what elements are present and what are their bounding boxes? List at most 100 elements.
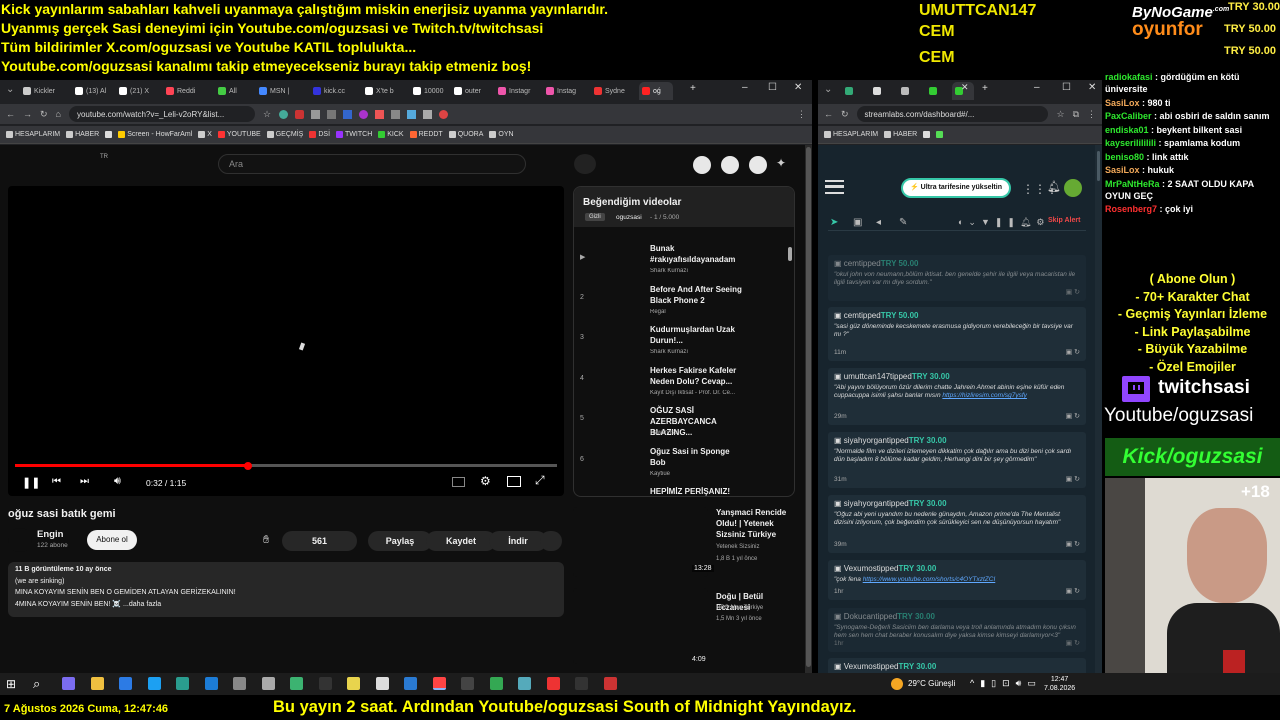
maximize-button[interactable]: ☐	[1062, 83, 1071, 93]
playlist-item[interactable]: 5 OĞUZ SASİ AZERBAYCANCA BLAZING... Rawlin…	[574, 405, 789, 445]
url-bar[interactable]: youtube.com/watch?v=_Leli-v2oRY&list...	[68, 106, 255, 122]
chat-username[interactable]: kayserilililili	[1105, 138, 1156, 148]
tab[interactable]: Reddi	[163, 82, 207, 100]
miniplayer-icon[interactable]	[507, 476, 521, 487]
alert-card[interactable]: ▣ siyahyorgantippedTRY 30.00 "Normalde fi…	[828, 432, 1086, 488]
bookmark-item[interactable]: YOUTUBE	[217, 131, 261, 138]
alert-controls[interactable]: ◐⌄▼❚❚🔔︎⚙	[958, 217, 1049, 228]
taskbar-app-icon[interactable]	[119, 677, 132, 690]
tab[interactable]: (21) X	[116, 82, 160, 100]
subtitles-icon[interactable]	[452, 477, 465, 487]
url-bar[interactable]: streamlabs.com/dashboard#/...	[856, 106, 1049, 122]
taskbar-app-icon[interactable]	[176, 677, 189, 690]
playlist-item-title[interactable]: Herkes Fakirse Kafeler Neden Dolu? Cevap…	[650, 365, 746, 387]
close-window-button[interactable]: ✕	[1088, 83, 1096, 93]
alert-card[interactable]: ▣ siyahyorgantippedTRY 30.00 "Oğuz abi ye…	[828, 495, 1086, 553]
maximize-button[interactable]: ☐	[768, 83, 777, 93]
replay-icon[interactable]: ▣ ↻	[1066, 412, 1080, 420]
gift-icon[interactable]: ▣	[853, 217, 862, 228]
menu-dots-icon[interactable]: ⋮	[1087, 109, 1096, 120]
chat-username[interactable]: MrPaNtHeRa	[1105, 179, 1160, 189]
taskbar-app-icon[interactable]	[546, 677, 560, 690]
previous-icon[interactable]: ⏮	[52, 476, 61, 487]
chat-username[interactable]: beniso80	[1105, 152, 1144, 162]
bookmark-item[interactable]: HABER	[884, 131, 917, 138]
bookmark-item[interactable]: DSİ	[309, 131, 330, 138]
replay-icon[interactable]: ▣ ↻	[1066, 475, 1080, 483]
reload-icon[interactable]: ↻	[40, 109, 48, 120]
like-button[interactable]: 561	[282, 531, 357, 551]
alert-card[interactable]: ▣ DokucantippedTRY 30.00 "Synogame-Değerl…	[828, 608, 1086, 652]
playlist-thumbnail[interactable]	[594, 364, 646, 397]
create-button[interactable]	[693, 156, 711, 174]
clock[interactable]: 12:47 7.08.2026	[1044, 675, 1075, 693]
bookmark-item[interactable]: QUORA	[448, 131, 483, 138]
back-icon[interactable]: ←	[6, 109, 15, 119]
tab[interactable]: Kickler	[20, 82, 64, 100]
menu-dots-icon[interactable]: ⋮	[797, 109, 806, 120]
playlist-thumbnail[interactable]	[594, 445, 646, 478]
tab[interactable]: 10000	[410, 82, 454, 100]
minimize-button[interactable]: –	[742, 83, 748, 93]
tab[interactable]: Instag	[543, 82, 587, 100]
settings-icon[interactable]: ⚙	[480, 474, 491, 488]
volume-icon[interactable]: 🔊︎	[114, 475, 121, 488]
playlist-item-title[interactable]: Kudurmuşlardan Uzak Durun!...	[650, 324, 746, 346]
bookmark-star-icon[interactable]: ☆	[263, 109, 271, 120]
chat-username[interactable]: SasiLox	[1105, 165, 1140, 175]
weather-text[interactable]: 29°C Güneşli	[908, 679, 955, 688]
extensions-icon[interactable]: ⧉	[1073, 109, 1079, 120]
pause-icon[interactable]: ❚❚	[22, 476, 40, 489]
tab[interactable]: X'te b	[362, 82, 406, 100]
windows-start-icon[interactable]: ⊞	[6, 677, 16, 691]
playlist-thumbnail[interactable]	[594, 243, 646, 275]
tab[interactable]: Instagr	[495, 82, 539, 100]
forward-icon[interactable]: →	[23, 109, 32, 119]
save-button[interactable]: Kaydet	[426, 531, 496, 551]
new-tab-button[interactable]: +	[982, 84, 988, 94]
alert-card[interactable]: ▣ cemtippedTRY 50.00 "okul john von neuma…	[828, 255, 1086, 301]
playlist-owner[interactable]: oguzsasi	[616, 214, 642, 221]
alert-card[interactable]: ▣ umuttcan147tippedTRY 30.00 "Abi yayını …	[828, 368, 1086, 425]
bookmark-item[interactable]: HESAPLARIM	[6, 131, 60, 138]
search-input[interactable]: Ara	[218, 154, 526, 174]
send-icon[interactable]: ➤	[830, 217, 838, 228]
mic-button[interactable]	[574, 154, 596, 174]
download-button[interactable]: İndir	[489, 531, 547, 551]
bell-icon[interactable]: 🔔︎	[1047, 180, 1061, 193]
replay-icon[interactable]: ▣ ↻	[1066, 348, 1080, 356]
close-tab-icon[interactable]: ✕	[961, 83, 969, 92]
replay-icon[interactable]: ▣ ↻	[1066, 639, 1080, 647]
taskbar-app-icon[interactable]	[489, 677, 503, 690]
bookmark-item[interactable]: KICK	[378, 131, 404, 138]
tab[interactable]: (13) Al	[72, 82, 116, 100]
alert-link[interactable]: https://www.youtube.com/shorts/c4OYTxztZ…	[863, 576, 996, 583]
bookmark-item[interactable]: Screen - HowFarAml	[118, 131, 192, 138]
chat-username[interactable]: SasiLox	[1105, 98, 1140, 108]
tab[interactable]	[926, 82, 944, 100]
back-icon[interactable]: ←	[824, 109, 833, 119]
related-video[interactable]: 13:28 Yanşmaci Rencide Oldu! | Yetenek S…	[573, 507, 798, 577]
tray-icons[interactable]: ^▮▯⊡🔊︎▭	[970, 678, 1042, 689]
home-icon[interactable]: ⌂	[56, 109, 61, 119]
tab[interactable]	[898, 82, 916, 100]
bookmark-item[interactable]	[105, 131, 113, 138]
avatar[interactable]	[749, 156, 767, 174]
related-thumbnail[interactable]	[573, 507, 708, 577]
tab[interactable]	[842, 82, 860, 100]
playlist-item[interactable]: 6 Oğuz Sasi in Sponge Bob Kaytiue	[574, 445, 789, 486]
tab-search-icon[interactable]: ⌄	[824, 85, 832, 95]
tab[interactable]: kick.cc	[310, 82, 354, 100]
playlist-thumbnail[interactable]	[594, 324, 646, 356]
taskbar-app-icon[interactable]	[90, 677, 104, 690]
search-icon[interactable]: ⌕	[33, 676, 40, 692]
taskbar-app-icon[interactable]	[347, 677, 360, 690]
playlist-item[interactable]: 4 Herkes Fakirse Kafeler Neden Dolu? Ceva…	[574, 364, 789, 405]
related-title[interactable]: Yanşmaci Rencide Oldu! | Yetenek Sizsini…	[716, 507, 798, 540]
megaphone-icon[interactable]: ◂	[876, 217, 881, 228]
progress-track[interactable]	[15, 461, 557, 470]
playlist-item[interactable]: 3 Kudurmuşlardan Uzak Durun!... Shark Kurn…	[574, 324, 789, 364]
taskbar-app-icon[interactable]	[318, 677, 332, 690]
tab-search-icon[interactable]: ⌄	[6, 85, 14, 95]
tab[interactable]: MSN |	[256, 82, 300, 100]
